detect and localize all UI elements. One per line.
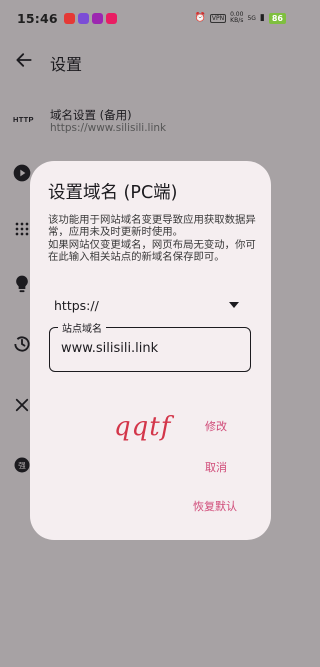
notification-icons — [63, 12, 117, 24]
domain-input-value: www.silisili.link — [61, 341, 159, 356]
status-time: 15:46 — [17, 10, 58, 26]
svg-text:强: 强 — [18, 461, 26, 470]
settings-item-domain[interactable]: HTTP 域名设置 (备用) https://www.silisili.link — [0, 100, 300, 142]
domain-dialog: 设置域名 (PC端) 该功能用于网站域名变更导致应用获取数据异常，应用未及时更新… — [30, 161, 271, 540]
protocol-select[interactable]: https:// — [54, 295, 239, 315]
grid-dots-icon — [15, 222, 29, 236]
alarm-icon: ⏰ — [194, 13, 206, 23]
dialog-description: 该功能用于网站域名变更导致应用获取数据异常，应用未及时更新时使用。 如果网站仅变… — [48, 214, 256, 264]
history-icon — [14, 336, 30, 352]
protocol-select-value: https:// — [54, 297, 99, 313]
cancel-button[interactable]: 取消 — [205, 459, 227, 475]
http-icon: HTTP — [13, 115, 34, 124]
domain-input-label: 站点域名 — [58, 320, 106, 335]
notification-icon — [105, 12, 117, 24]
dropdown-arrow-icon — [229, 302, 239, 308]
app-badge-icon: 强 — [14, 457, 30, 473]
status-bar: 15:46 ⏰ VPN 0.00 KB/s 5G ▮ 86 — [0, 0, 300, 36]
back-arrow-icon[interactable] — [14, 50, 34, 70]
restore-default-button[interactable]: 恢复默认 — [193, 498, 237, 514]
notification-icon — [63, 12, 75, 24]
handwritten-annotation: qqtf — [114, 412, 172, 442]
vpn-badge: VPN — [209, 13, 227, 23]
notification-icon — [91, 12, 103, 24]
modify-button[interactable]: 修改 — [205, 418, 227, 434]
lightbulb-icon — [16, 275, 28, 293]
status-indicators: ⏰ VPN 0.00 KB/s 5G ▮ 86 — [195, 12, 286, 24]
page-title: 设置 — [50, 55, 83, 74]
close-x-icon — [15, 398, 29, 412]
dialog-title: 设置域名 (PC端) — [48, 183, 178, 203]
app-bar: 设置 — [0, 40, 300, 84]
signal-label: 5G — [247, 14, 256, 22]
play-circle-icon — [13, 164, 31, 182]
notification-icon — [77, 12, 89, 24]
battery-indicator: 86 — [268, 12, 286, 24]
signal-icon: ▮ — [259, 13, 265, 23]
net-speed: 0.00 KB/s — [230, 11, 244, 24]
settings-item-title: 域名设置 (备用) — [50, 108, 132, 122]
settings-item-subtitle: https://www.silisili.link — [50, 122, 167, 134]
domain-input[interactable]: 站点域名 www.silisili.link — [49, 320, 251, 372]
